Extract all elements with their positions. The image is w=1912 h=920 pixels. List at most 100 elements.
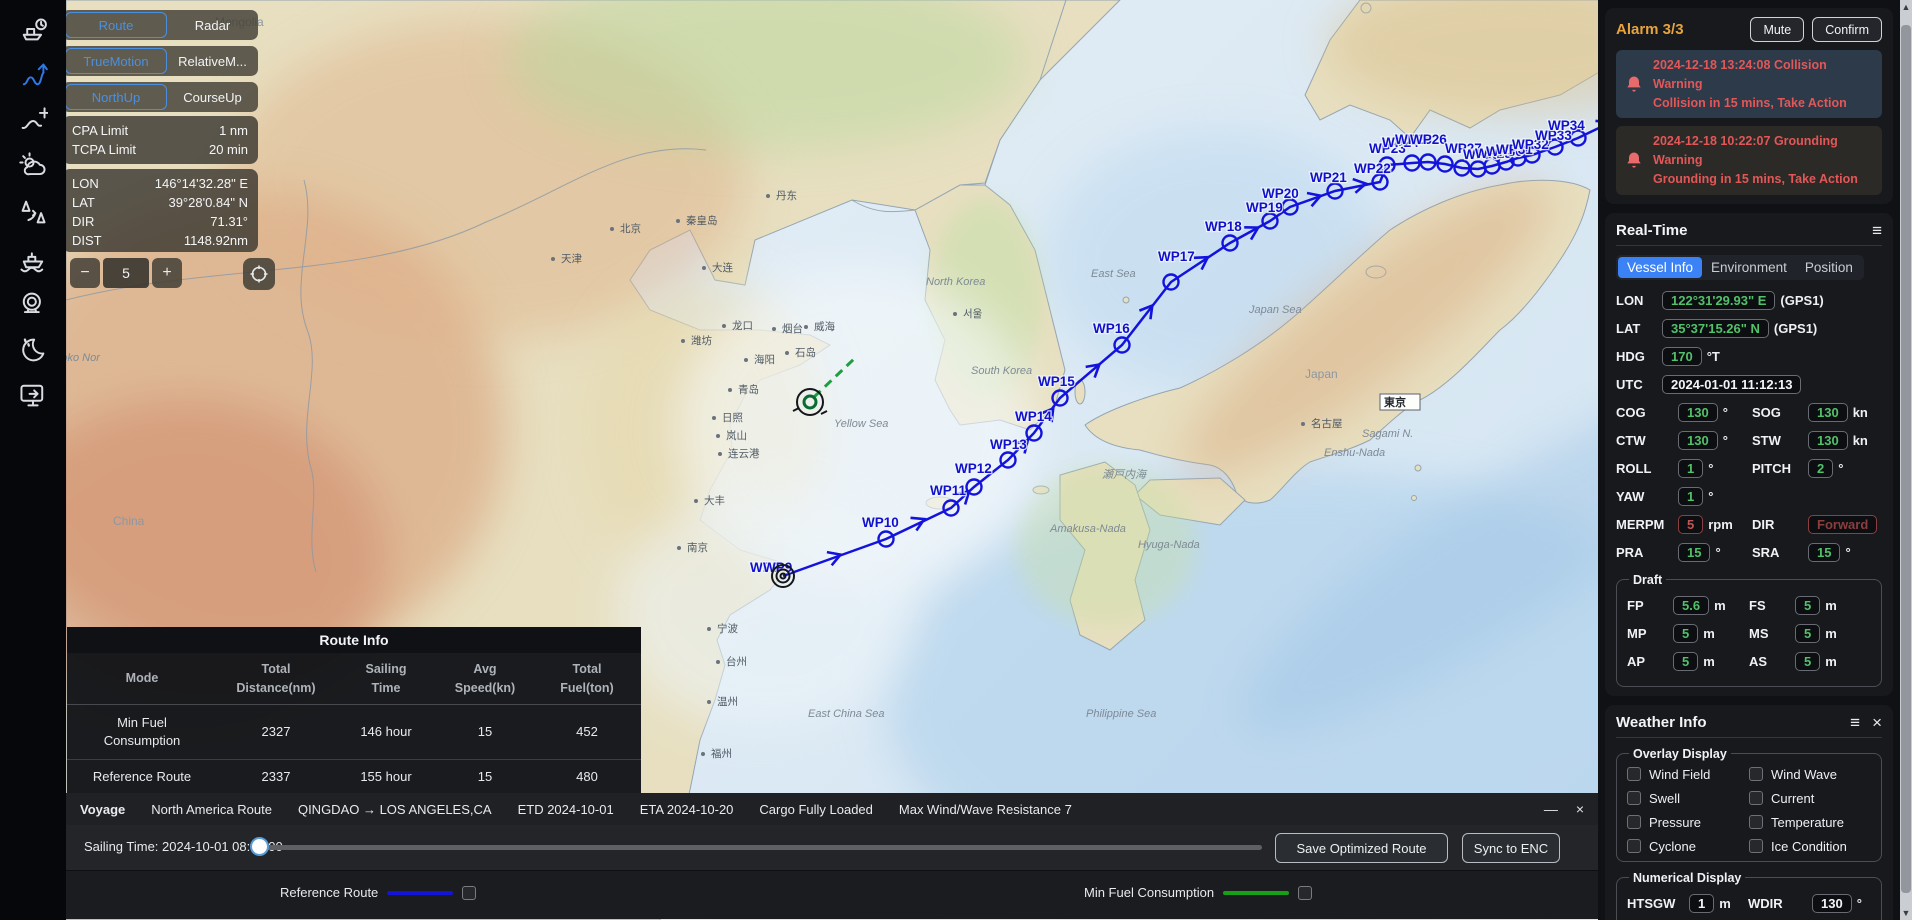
- lat-value: 35°37'15.26" N: [1662, 319, 1769, 338]
- route-radar-toggle: Route Radar: [62, 10, 258, 40]
- cell-time: 155 hour: [335, 769, 437, 784]
- checkbox[interactable]: [1749, 839, 1763, 853]
- reference-route-checkbox[interactable]: [462, 886, 476, 900]
- truemotion-toggle-button[interactable]: TrueMotion: [65, 48, 167, 74]
- min-fuel-checkbox[interactable]: [1298, 886, 1312, 900]
- field-row: ROLL1°PITCH2°: [1616, 458, 1882, 480]
- relativemotion-toggle-button[interactable]: RelativeM...: [167, 54, 258, 69]
- alarm-item-grounding[interactable]: 2024-12-18 10:22:07 Grounding Warning Gr…: [1616, 126, 1882, 194]
- route-plan-plus-icon[interactable]: [18, 106, 48, 136]
- close-icon[interactable]: ×: [1576, 801, 1584, 817]
- voyage-ports: QINGDAO → LOS ANGELES,CA: [298, 802, 492, 817]
- checkbox[interactable]: [1627, 767, 1641, 781]
- tab-vessel-info[interactable]: Vessel Info: [1618, 257, 1702, 278]
- app-window: ChinaJapanMongoliaNorth KoreaSouth Korea…: [0, 0, 1912, 920]
- city-dot: [953, 312, 957, 316]
- radar-toggle-button[interactable]: Radar: [167, 18, 258, 33]
- checkbox[interactable]: [1627, 791, 1641, 805]
- waypoint-label-wp20: WP20: [1262, 186, 1299, 201]
- weather-panel: Weather Info ≡ × Overlay Display Wind Fi…: [1605, 705, 1893, 920]
- tab-environment[interactable]: Environment: [1702, 257, 1796, 278]
- realtime-panel: Real-Time ≡ Vessel InfoEnvironmentPositi…: [1605, 213, 1893, 696]
- city-label: 秦皇岛: [686, 214, 718, 227]
- time-slider-thumb[interactable]: [250, 837, 269, 856]
- checkbox[interactable]: [1627, 815, 1641, 829]
- right-scrollbar[interactable]: ▲ ▼: [1900, 0, 1912, 920]
- city-dot: [722, 324, 726, 328]
- voyage-ship-time-icon[interactable]: [18, 14, 48, 44]
- sra-value: 15: [1808, 543, 1840, 562]
- reference-route-line: [387, 891, 453, 895]
- route-info-panel: Route Info Mode Total Distance(nm) Saili…: [67, 627, 641, 793]
- ctw-value: 130: [1678, 431, 1718, 450]
- alarm-item-collision[interactable]: 2024-12-18 13:24:08 Collision Warning Co…: [1616, 50, 1882, 118]
- draft-legend: Draft: [1629, 573, 1666, 587]
- zoom-in-button[interactable]: +: [152, 258, 182, 288]
- right-dock: Alarm 3/3 Mute Confirm 2024-12-18 13:24:…: [1598, 0, 1900, 920]
- field-row: CTW130°STW130kn: [1616, 430, 1882, 452]
- navigation-marks-icon[interactable]: [18, 197, 48, 227]
- scroll-up-arrow[interactable]: ▲: [1900, 0, 1912, 14]
- ship-waves-icon[interactable]: [18, 243, 48, 273]
- unit-label: m: [1719, 896, 1731, 911]
- crosshair-icon: [249, 264, 269, 284]
- checkbox[interactable]: [1749, 767, 1763, 781]
- time-slider-track[interactable]: [258, 845, 1262, 850]
- scroll-down-arrow[interactable]: ▼: [1900, 906, 1912, 920]
- weather-icon[interactable]: [18, 151, 48, 181]
- dist-value: 1148.92nm: [184, 231, 248, 250]
- dist-label: DIST: [72, 231, 102, 250]
- route-toggle-button[interactable]: Route: [65, 12, 167, 38]
- voyage-resistance: Max Wind/Wave Resistance 7: [899, 802, 1072, 817]
- close-icon[interactable]: ×: [1872, 714, 1882, 731]
- route-monitor-icon[interactable]: [18, 60, 48, 90]
- tab-position[interactable]: Position: [1796, 257, 1862, 278]
- table-row[interactable]: Reference Route 2337 155 hour 15 480: [67, 760, 641, 792]
- menu-icon[interactable]: ≡: [1850, 714, 1860, 731]
- menu-icon[interactable]: ≡: [1872, 222, 1882, 239]
- northup-toggle-button[interactable]: NorthUp: [65, 84, 167, 110]
- unit-label: °: [1723, 405, 1728, 420]
- night-mode-moon-icon[interactable]: [18, 335, 48, 365]
- scrollbar-thumb[interactable]: [1901, 25, 1911, 893]
- cell-mode: Reference Route: [67, 769, 217, 784]
- city-dot: [804, 325, 808, 329]
- unit-label: °: [1857, 896, 1862, 911]
- fp-value: 5.6: [1673, 596, 1709, 615]
- overlay-option-pressure: Pressure: [1627, 815, 1749, 830]
- field-label: CTW: [1616, 433, 1678, 448]
- city-dot: [785, 351, 789, 355]
- tcpa-limit-label: TCPA Limit: [72, 140, 136, 159]
- table-row[interactable]: Min Fuel Consumption 2327 146 hour 15 45…: [67, 705, 641, 760]
- map-label: Japan: [1305, 367, 1338, 381]
- confirm-button[interactable]: Confirm: [1812, 17, 1882, 42]
- checkbox-label: Swell: [1649, 791, 1680, 806]
- checkbox[interactable]: [1627, 839, 1641, 853]
- mute-button[interactable]: Mute: [1750, 17, 1804, 42]
- zoom-out-button[interactable]: −: [70, 258, 100, 288]
- display-export-icon[interactable]: [18, 380, 48, 410]
- playback-control-bar: Sailing Time: 2024-10-01 08:00:00 Save O…: [66, 825, 1598, 920]
- sog-value: 130: [1808, 403, 1848, 422]
- overlay-display-legend: Overlay Display: [1629, 747, 1731, 761]
- route-info-title: Route Info: [67, 627, 641, 653]
- map-label: Enshu-Nada: [1324, 447, 1385, 459]
- city-label: 烟台: [782, 322, 803, 335]
- col-total-fuel: Total Fuel(ton): [533, 660, 641, 698]
- center-ship-button[interactable]: [243, 258, 275, 290]
- voyage-summary-bar: Voyage North America Route QINGDAO → LOS…: [66, 793, 1598, 825]
- col-sailing-time: Sailing Time: [335, 660, 437, 698]
- overlay-option-ice-condition: Ice Condition: [1749, 839, 1871, 854]
- minimize-icon[interactable]: —: [1544, 801, 1558, 817]
- checkbox[interactable]: [1749, 815, 1763, 829]
- field-label: ROLL: [1616, 461, 1678, 476]
- sync-to-enc-button[interactable]: Sync to ENC: [1462, 833, 1560, 863]
- field-label: MP: [1627, 626, 1673, 641]
- city-dot: [681, 339, 685, 343]
- waypoint-label-wp18: WP18: [1205, 219, 1242, 234]
- numerical-display-group: Numerical Display HTSGW1mWDIR130°WIND1.3…: [1616, 871, 1882, 920]
- save-optimized-route-button[interactable]: Save Optimized Route: [1275, 833, 1448, 863]
- courseup-toggle-button[interactable]: CourseUp: [167, 90, 258, 105]
- checkbox[interactable]: [1749, 791, 1763, 805]
- dome-camera-icon[interactable]: [18, 289, 48, 319]
